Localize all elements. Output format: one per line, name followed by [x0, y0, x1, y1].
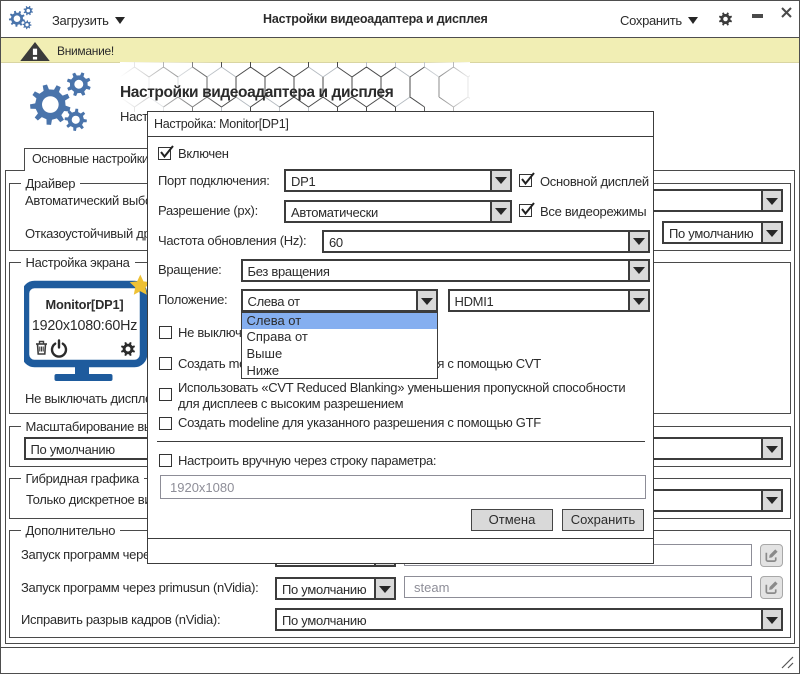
svg-text:1920x1080:60Hz: 1920x1080:60Hz: [32, 318, 137, 334]
svg-text:Monitor[DP1]: Monitor[DP1]: [46, 297, 124, 312]
